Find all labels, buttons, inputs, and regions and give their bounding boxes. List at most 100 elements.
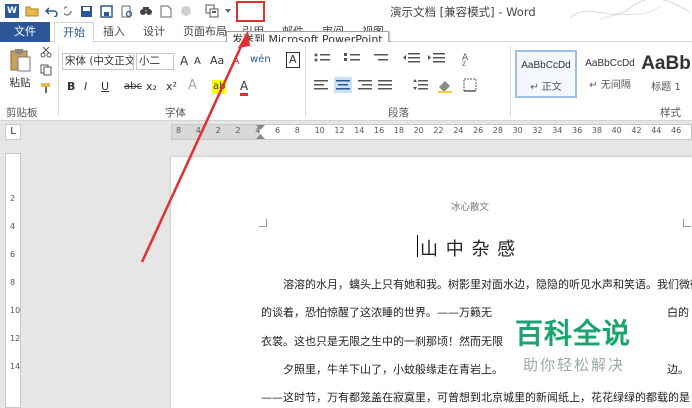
send-to-powerpoint-icon[interactable] <box>204 3 220 19</box>
sort-icon: AZ <box>462 53 469 68</box>
change-case-button[interactable]: Aa <box>210 54 224 68</box>
bullets-icon <box>314 53 330 62</box>
grow-font-button[interactable]: A <box>180 54 188 68</box>
save-as-icon[interactable] <box>98 3 114 19</box>
ruler-tick-label: 18 <box>393 126 404 135</box>
paragraph-line-1[interactable]: 溶溶的水月，螭头上只有她和我。树影里对面水边，隐隐的听见水声和笑语。我们微微 <box>283 276 692 292</box>
ruler-tick-label: 14 <box>10 362 21 371</box>
tab-layout[interactable]: 页面布局 <box>180 22 230 42</box>
font-color-button[interactable]: A <box>240 79 249 96</box>
paragraph-controls: AZ <box>314 53 477 93</box>
ruler-tick-label: 6 <box>10 250 16 259</box>
ruler-tick-label: 16 <box>374 126 385 135</box>
paste-label: 粘贴 <box>9 77 31 89</box>
ruler-tick-label: 12 <box>10 334 21 343</box>
ruler-tick-label: 2 <box>215 126 221 135</box>
styles-group-label: 样式 <box>660 107 681 119</box>
cursor <box>417 235 418 257</box>
paragraph-line-2[interactable]: 的谈着，恐怕惊醒了这浓睡的世界。——万籁无 <box>261 304 492 320</box>
format-painter-icon[interactable] <box>40 82 52 97</box>
justify-icon <box>378 80 392 90</box>
cut-icon[interactable] <box>40 46 52 61</box>
paragraph-line-4[interactable]: 夕照里，牛羊下山了，小蚊般缘走在青岩上。 <box>283 361 503 377</box>
ruler-tick-label: 2 <box>235 126 241 135</box>
ruler-tick-label: 26 <box>473 126 484 135</box>
numbering-icon <box>344 53 360 61</box>
decorative-swirl <box>569 0 691 21</box>
ruler-tick-label: 4 <box>10 222 16 231</box>
style-heading1[interactable]: AaBb 标题 1 <box>640 50 692 98</box>
shrink-font-button[interactable]: A <box>194 55 201 69</box>
bold-button[interactable]: B <box>67 80 75 94</box>
ruler-tick-label: 46 <box>671 126 682 135</box>
document-title[interactable]: 山 中 杂 感 <box>420 235 516 261</box>
strikethrough-button[interactable]: abc <box>124 80 142 94</box>
style-normal[interactable]: AaBbCcDd ↵ 正文 <box>515 50 577 98</box>
text-effects-button[interactable]: A <box>188 79 197 93</box>
ruler-tick-label: 44 <box>651 126 662 135</box>
watermark-main-text: 百科全说 <box>515 317 632 350</box>
align-right-icon <box>358 80 372 90</box>
find-icon[interactable] <box>138 3 154 19</box>
superscript-button[interactable]: x² <box>166 80 177 94</box>
decrease-indent-icon <box>403 53 420 63</box>
paragraph-right-fragment-2[interactable]: 边。 <box>667 361 689 377</box>
clipboard-icon <box>10 49 31 72</box>
ruler-tick-label: 8 <box>176 126 182 135</box>
paste-button[interactable]: 粘贴 <box>6 48 34 96</box>
underline-button[interactable]: U <box>101 80 109 94</box>
font-name-combo[interactable]: 宋体 (中文正文) <box>62 53 134 70</box>
tab-selector[interactable]: L <box>5 124 21 140</box>
clipboard-group-label: 剪贴板 <box>6 107 38 119</box>
horizontal-ruler[interactable]: 8 4 2 2 4 6 8 10 12 14 16 18 20 22 24 26 28 30 32 34 36 38 40 4… <box>171 124 692 140</box>
subscript-button[interactable]: x₂ <box>146 80 157 94</box>
shading-icon <box>438 81 452 93</box>
watermark-sub-text: 助你轻松解决 <box>523 356 626 374</box>
ruler-tick-label: 38 <box>591 126 602 135</box>
paragraph-line-3[interactable]: 衣裳。这也只是无限之生中的一刹那顷！然而无限 <box>261 333 503 349</box>
copy-icon[interactable] <box>40 64 52 79</box>
print-preview-icon[interactable] <box>118 3 134 19</box>
tab-design[interactable]: 设计 <box>138 22 170 42</box>
font-size-combo[interactable]: 小二 <box>136 53 174 70</box>
ruler-tick-label: 24 <box>453 126 464 135</box>
redo-icon[interactable] <box>64 3 74 19</box>
baike-watermark: 百科全说 助你轻松解决 <box>509 312 659 380</box>
ruler-tick-label: 42 <box>631 126 642 135</box>
ruler-tick-label: 30 <box>512 126 523 135</box>
ruler-area: L 8 4 2 2 4 6 8 10 12 14 16 18 20 22 24 26 28 30 32 34 36 38 4… <box>0 121 692 143</box>
undo-icon[interactable] <box>44 3 60 19</box>
title-bar: W 演示文档 [兼容模式] - Word <box>0 0 692 22</box>
highlight-button[interactable]: ab <box>212 80 227 94</box>
save-icon[interactable] <box>78 3 94 19</box>
clear-format-button[interactable]: A <box>232 54 240 68</box>
new-icon[interactable] <box>158 3 174 19</box>
ruler-tick-label: 8 <box>294 126 300 135</box>
multilevel-icon <box>374 54 388 61</box>
circle-icon[interactable] <box>178 3 194 19</box>
open-icon[interactable] <box>24 3 40 19</box>
ruler-tick-label: 10 <box>10 306 21 315</box>
dropdown-icon[interactable] <box>224 3 232 19</box>
vertical-ruler[interactable]: 2 4 6 8 10 12 14 <box>5 153 21 408</box>
ruler-tick-label: 20 <box>413 126 424 135</box>
char-border-button[interactable]: A <box>286 52 300 68</box>
indent-marker[interactable] <box>256 125 266 139</box>
tab-file[interactable]: 文件 <box>0 22 50 42</box>
paragraph-right-fragment-1[interactable]: 白的 <box>667 304 689 320</box>
italic-button[interactable]: I <box>84 80 87 94</box>
ribbon: 粘贴 剪贴板 宋体 (中文正文) 小二 A A Aa A wén A B I U… <box>0 42 692 121</box>
font-group-label: 字体 <box>165 107 186 119</box>
paragraph-line-5[interactable]: ——这时节，万有都笼盖在寂寞里，可曾想到北京城里的新闻纸上，花花绿绿的都载的是 <box>261 389 690 405</box>
word-logo-icon: W <box>4 3 20 19</box>
style-no-spacing[interactable]: AaBbCcDd ↵ 无间隔 <box>579 50 641 98</box>
send-to-powerpoint-highlight <box>236 1 265 22</box>
paragraph-group-label: 段落 <box>388 107 409 119</box>
phonetic-guide-button[interactable]: wén <box>250 53 271 67</box>
ruler-tick-label: 32 <box>532 126 543 135</box>
align-center-icon <box>334 77 352 93</box>
quick-access-toolbar: W <box>4 3 232 19</box>
tab-insert[interactable]: 插入 <box>98 22 130 42</box>
tab-home[interactable]: 开始 <box>54 22 94 42</box>
ruler-tick-label: 12 <box>334 126 345 135</box>
